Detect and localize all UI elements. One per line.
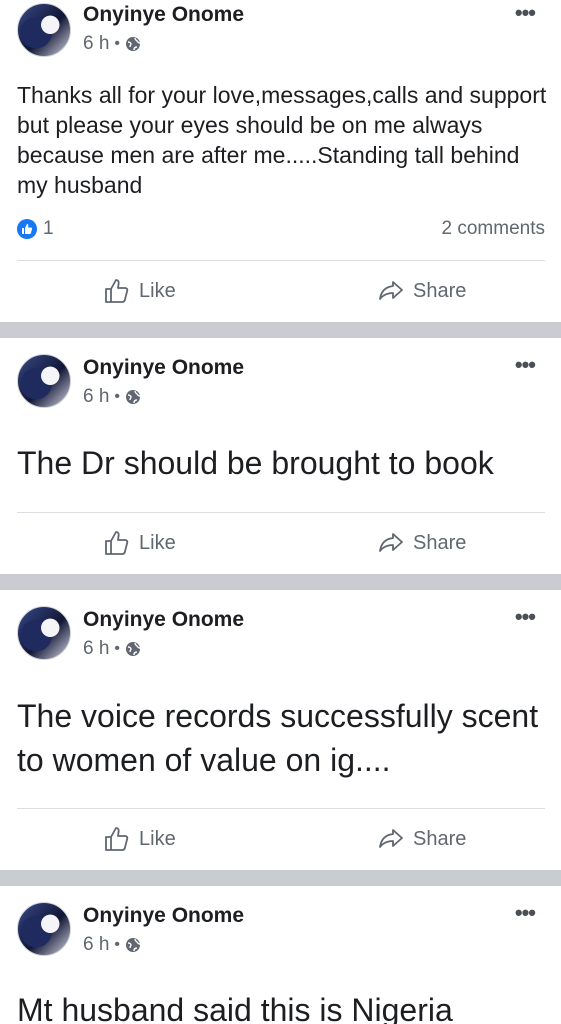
feed-separator <box>0 574 561 590</box>
meta-separator: • <box>114 640 121 657</box>
post-meta: 6 h • <box>83 934 141 956</box>
author-name[interactable]: Onyinye Onome <box>83 3 244 27</box>
author-name[interactable]: Onyinye Onome <box>83 904 244 928</box>
avatar[interactable] <box>17 3 71 57</box>
like-label: Like <box>139 531 176 554</box>
reactions-row[interactable]: 1 2 comments <box>17 218 545 240</box>
like-button[interactable]: Like <box>103 529 176 557</box>
post-meta: 6 h • <box>83 638 141 660</box>
like-button[interactable]: Like <box>103 277 176 305</box>
like-reaction-icon <box>17 219 37 239</box>
thumbs-up-icon <box>105 827 129 851</box>
globe-icon <box>126 642 141 656</box>
share-button[interactable]: Share <box>377 277 466 305</box>
divider <box>17 512 545 513</box>
more-options-icon[interactable]: ••• <box>515 902 536 924</box>
globe-icon <box>126 938 141 952</box>
post-time[interactable]: 6 h <box>83 934 109 956</box>
share-label: Share <box>413 827 467 850</box>
action-bar: Like Share <box>0 523 561 563</box>
avatar[interactable] <box>17 902 71 956</box>
like-button[interactable]: Like <box>103 825 176 853</box>
post-card: Onyinye Onome 6 h • ••• The voice record… <box>0 590 561 870</box>
action-bar: Like Share <box>0 271 561 311</box>
share-arrow-icon <box>379 533 403 552</box>
action-bar: Like Share <box>0 819 561 859</box>
feed-separator <box>0 870 561 886</box>
more-options-icon[interactable]: ••• <box>515 606 536 628</box>
post-time[interactable]: 6 h <box>83 33 109 55</box>
meta-separator: • <box>114 35 121 52</box>
globe-icon <box>126 390 141 404</box>
more-options-icon[interactable]: ••• <box>515 2 536 24</box>
share-button[interactable]: Share <box>377 825 466 853</box>
comments-count[interactable]: 2 comments <box>442 218 545 240</box>
more-options-icon[interactable]: ••• <box>515 354 536 376</box>
post-card: Onyinye Onome 6 h • ••• Mt husband said … <box>0 886 561 1024</box>
post-meta: 6 h • <box>83 33 141 55</box>
share-button[interactable]: Share <box>377 529 466 557</box>
share-arrow-icon <box>379 829 403 848</box>
thumbs-up-icon <box>105 531 129 555</box>
author-name[interactable]: Onyinye Onome <box>83 608 244 632</box>
post-time[interactable]: 6 h <box>83 638 109 660</box>
post-text: The voice records successfully scent to … <box>17 698 539 778</box>
avatar[interactable] <box>17 354 71 408</box>
post-card: Onyinye Onome 6 h • ••• Thanks all for y… <box>0 0 561 322</box>
share-arrow-icon <box>379 281 403 300</box>
avatar[interactable] <box>17 606 71 660</box>
post-time[interactable]: 6 h <box>83 386 109 408</box>
globe-icon <box>126 37 141 51</box>
author-name[interactable]: Onyinye Onome <box>83 356 244 380</box>
meta-separator: • <box>114 388 121 405</box>
post-meta: 6 h • <box>83 386 141 408</box>
like-label: Like <box>139 827 176 850</box>
post-card: Onyinye Onome 6 h • ••• The Dr should be… <box>0 338 561 574</box>
thumbs-up-icon <box>105 279 129 303</box>
feed-separator <box>0 322 561 338</box>
post-text: Thanks all for your love,messages,calls … <box>17 82 547 198</box>
share-label: Share <box>413 279 467 302</box>
divider <box>17 808 545 809</box>
like-label: Like <box>139 279 176 302</box>
post-text: The Dr should be brought to book <box>17 445 494 481</box>
reaction-count: 1 <box>43 218 54 239</box>
post-text: Mt husband said this is Nigeria <box>17 992 453 1024</box>
share-label: Share <box>413 531 467 554</box>
meta-separator: • <box>114 936 121 953</box>
divider <box>17 260 545 261</box>
